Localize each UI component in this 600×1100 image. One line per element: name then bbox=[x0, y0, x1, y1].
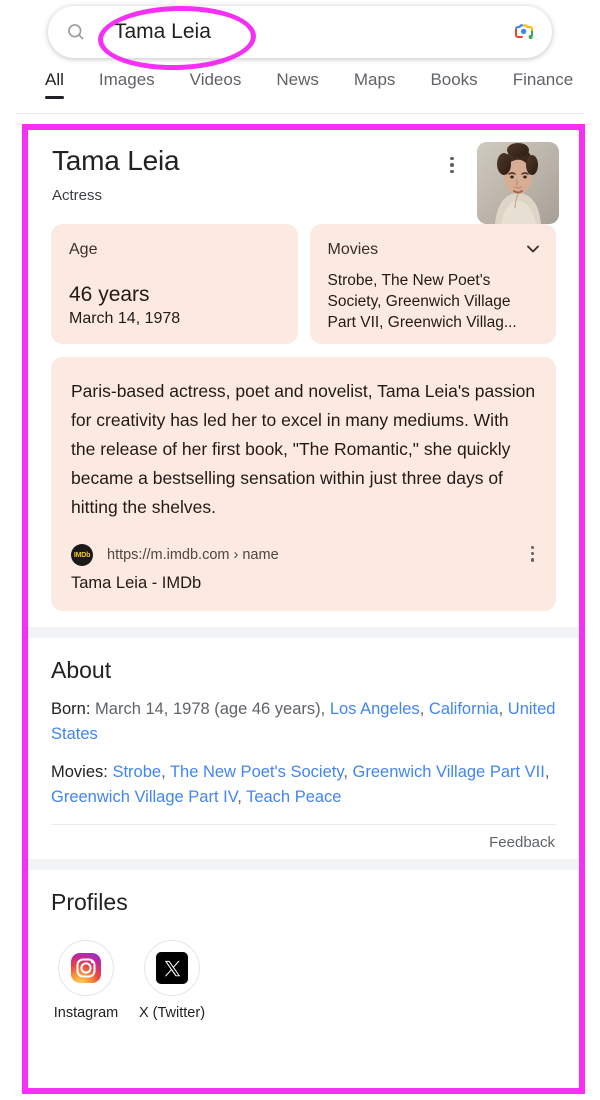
feedback-link[interactable]: Feedback bbox=[51, 825, 556, 859]
tabs-divider bbox=[16, 113, 584, 114]
fact-card-subvalue: March 14, 1978 bbox=[69, 310, 181, 327]
profile-label: X (Twitter) bbox=[138, 1005, 206, 1021]
profile-icon-circle bbox=[58, 940, 114, 996]
profiles-heading: Profiles bbox=[51, 889, 128, 915]
tab-videos[interactable]: Videos bbox=[190, 70, 242, 99]
source-row[interactable]: IMDb https://m.imdb.com › name bbox=[71, 544, 536, 566]
about-heading: About bbox=[51, 657, 112, 683]
search-bar[interactable] bbox=[48, 6, 552, 58]
instagram-icon bbox=[71, 953, 101, 983]
search-tabs: All Images Videos News Maps Books Financ… bbox=[0, 70, 600, 112]
fact-card-label: Movies bbox=[327, 241, 379, 258]
tab-books[interactable]: Books bbox=[430, 70, 477, 99]
tab-news[interactable]: News bbox=[276, 70, 319, 99]
section-divider-band bbox=[28, 859, 579, 870]
about-born-value: March 14, 1978 (age 46 years), bbox=[90, 700, 330, 718]
tab-images[interactable]: Images bbox=[99, 70, 155, 99]
fact-card-list-line: Society, Greenwich Village bbox=[327, 293, 511, 310]
more-vert-icon[interactable] bbox=[441, 154, 463, 176]
more-vert-icon[interactable] bbox=[530, 546, 534, 562]
search-header bbox=[0, 0, 600, 73]
fact-card-list-line: Part VII, Greenwich Villag... bbox=[327, 314, 517, 331]
knowledge-panel: Tama Leia Actress Age 46 years March 14,… bbox=[28, 130, 579, 1088]
fact-card-age[interactable]: Age 46 years March 14, 1978 bbox=[51, 224, 298, 344]
source-title[interactable]: Tama Leia - IMDb bbox=[71, 574, 536, 593]
about-movie-link[interactable]: Greenwich Village Part IV bbox=[51, 788, 237, 806]
profile-instagram[interactable]: Instagram bbox=[51, 940, 121, 1021]
about-born-link[interactable]: California bbox=[429, 700, 499, 718]
section-divider-band bbox=[28, 627, 579, 638]
profile-x-twitter[interactable]: X (Twitter) bbox=[137, 940, 207, 1021]
about-movie-link[interactable]: Teach Peace bbox=[246, 788, 341, 806]
chevron-down-icon[interactable] bbox=[526, 242, 540, 256]
about-born-row: Born: March 14, 1978 (age 46 years), Los… bbox=[51, 700, 556, 743]
profile-label: Instagram bbox=[53, 1005, 119, 1021]
avatar[interactable] bbox=[477, 142, 559, 224]
google-lens-icon[interactable] bbox=[512, 20, 536, 44]
about-movie-link[interactable]: Strobe bbox=[112, 763, 161, 781]
profile-icon-circle bbox=[144, 940, 200, 996]
fact-cards-row: Age 46 years March 14, 1978 Movies Strob… bbox=[28, 224, 579, 344]
knowledge-panel-header: Tama Leia Actress bbox=[28, 130, 579, 224]
about-born-link[interactable]: Los Angeles bbox=[330, 700, 420, 718]
about-movie-link[interactable]: The New Poet's Society bbox=[170, 763, 343, 781]
source-url[interactable]: https://m.imdb.com › name bbox=[107, 547, 279, 563]
fact-card-label: Age bbox=[69, 241, 98, 258]
fact-card-value: 46 years bbox=[69, 283, 150, 306]
about-movie-link[interactable]: Greenwich Village Part VII bbox=[353, 763, 545, 781]
tab-maps[interactable]: Maps bbox=[354, 70, 396, 99]
profiles-row: Instagram X (Twitter) bbox=[51, 940, 556, 1021]
description-text: Paris-based actress, poet and novelist, … bbox=[71, 381, 536, 517]
imdb-favicon-text: IMDb bbox=[73, 551, 91, 559]
search-input[interactable] bbox=[114, 20, 504, 44]
about-movies-label: Movies: bbox=[51, 763, 108, 781]
tab-finance[interactable]: Finance bbox=[513, 70, 573, 99]
fact-card-list-line: Strobe, The New Poet's bbox=[327, 272, 491, 289]
about-born-label: Born: bbox=[51, 700, 91, 718]
imdb-favicon: IMDb bbox=[71, 544, 93, 566]
profiles-section: Profiles Instagram X (Twitter) bbox=[28, 888, 579, 1021]
about-section: About Born: March 14, 1978 (age 46 years… bbox=[28, 656, 579, 859]
tab-all[interactable]: All bbox=[45, 70, 64, 99]
fact-card-movies[interactable]: Movies Strobe, The New Poet's Society, G… bbox=[309, 224, 556, 344]
description-card: Paris-based actress, poet and novelist, … bbox=[51, 357, 556, 611]
search-icon bbox=[66, 22, 86, 42]
about-movies-row: Movies: Strobe, The New Poet's Society, … bbox=[51, 763, 550, 806]
fact-card-list: Strobe, The New Poet's Society, Greenwic… bbox=[328, 270, 539, 333]
x-twitter-icon bbox=[156, 952, 188, 984]
